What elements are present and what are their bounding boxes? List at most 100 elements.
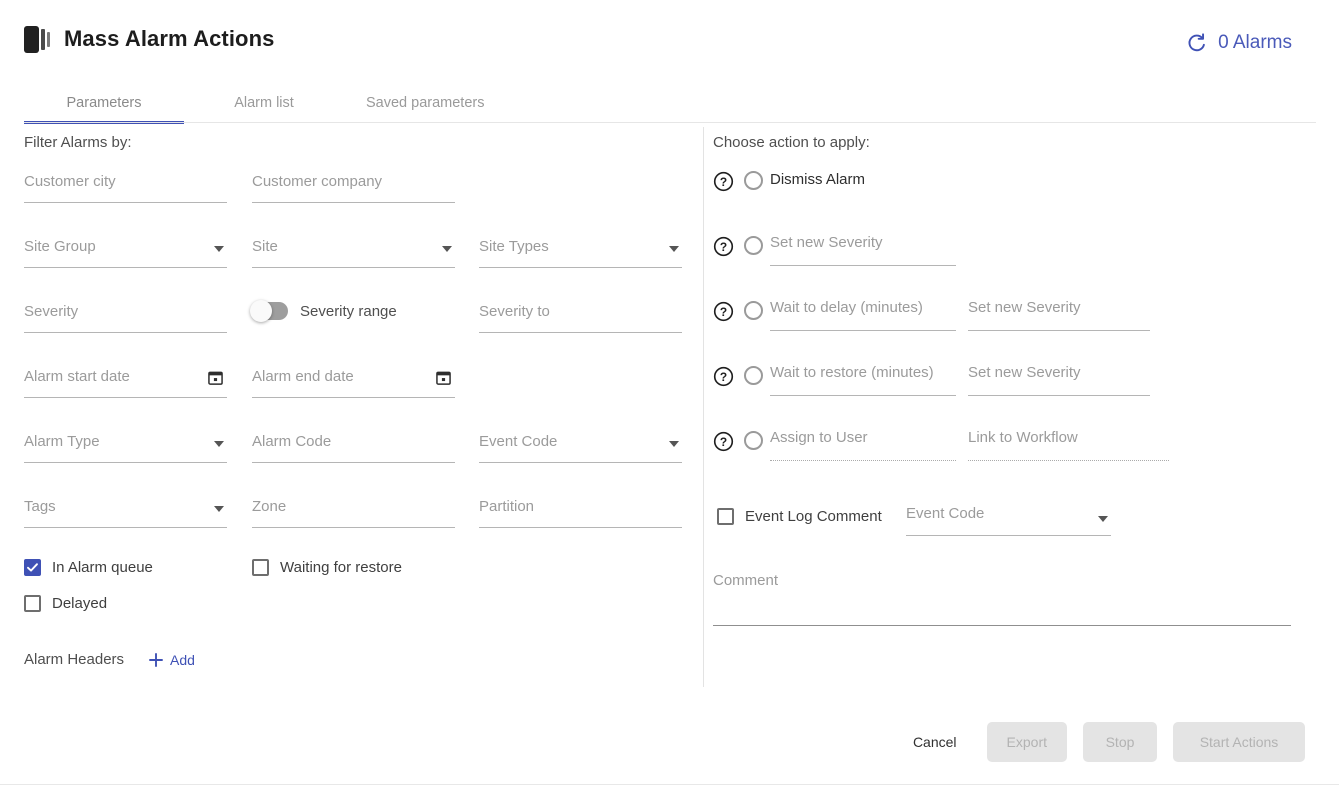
chevron-down-icon <box>214 441 224 447</box>
customer-company-placeholder: Customer company <box>252 173 383 190</box>
wait-to-restore-minutes-field[interactable]: Wait to restore (minutes) <box>770 364 956 396</box>
radio-dismiss-alarm[interactable] <box>744 171 763 190</box>
alarm-start-date-placeholder: Alarm start date <box>24 368 130 385</box>
filter-checkbox-row-2: Delayed <box>24 595 684 631</box>
refresh-icon[interactable] <box>1186 32 1208 54</box>
alarm-code-field[interactable]: Alarm Code <box>252 429 455 463</box>
site-group-select[interactable]: Site Group <box>24 234 227 268</box>
svg-text:?: ? <box>720 305 727 319</box>
alarm-type-select[interactable]: Alarm Type <box>24 429 227 463</box>
chevron-down-icon <box>214 246 224 252</box>
wait-to-restore-severity-field[interactable]: Set new Severity <box>968 364 1150 396</box>
help-circle-icon[interactable]: ? <box>713 171 734 192</box>
severity-to-field[interactable]: Severity to <box>479 299 682 333</box>
link-to-workflow-field[interactable]: Link to Workflow <box>968 429 1169 461</box>
zone-placeholder: Zone <box>252 498 287 515</box>
chevron-down-icon <box>442 246 452 252</box>
radio-assign-to-user[interactable] <box>744 431 763 450</box>
alarm-headers-label: Alarm Headers <box>24 651 125 668</box>
assign-to-user-field[interactable]: Assign to User <box>770 429 956 461</box>
action-label-dismiss-alarm: Dismiss Alarm <box>770 171 866 188</box>
set-new-severity-placeholder: Set new Severity <box>770 234 883 251</box>
svg-text:?: ? <box>720 370 727 384</box>
site-group-placeholder: Site Group <box>24 238 96 255</box>
site-select[interactable]: Site <box>252 234 455 268</box>
checkbox-delayed[interactable]: Delayed <box>24 595 107 612</box>
tab-saved-parameters[interactable]: Saved parameters <box>344 84 506 122</box>
filter-row-4: Alarm start date Alarm end date <box>24 364 684 429</box>
alarm-code-placeholder: Alarm Code <box>252 433 332 450</box>
calendar-icon[interactable] <box>208 370 223 385</box>
tags-placeholder: Tags <box>24 498 56 515</box>
customer-city-placeholder: Customer city <box>24 173 116 190</box>
comment-placeholder: Comment <box>713 572 779 589</box>
action-row-set-new-severity: ? Set new Severity <box>713 234 1313 299</box>
alarm-count-label: 0 Alarms <box>1218 32 1292 53</box>
site-types-select[interactable]: Site Types <box>479 234 682 268</box>
radio-set-new-severity[interactable] <box>744 236 763 255</box>
checkbox-box[interactable] <box>252 559 269 576</box>
radio-wait-to-delay[interactable] <box>744 301 763 320</box>
app-collection-icon <box>24 25 54 55</box>
check-icon <box>27 563 38 572</box>
toggle-knob <box>250 300 272 322</box>
zone-field[interactable]: Zone <box>252 494 455 528</box>
set-new-severity-field[interactable]: Set new Severity <box>770 234 956 266</box>
help-circle-icon[interactable]: ? <box>713 366 734 387</box>
checkbox-waiting-for-restore[interactable]: Waiting for restore <box>252 559 402 576</box>
wait-to-delay-placeholder: Wait to delay (minutes) <box>770 299 923 316</box>
filter-row-2: Site Group Site Site Types <box>24 234 684 299</box>
help-circle-icon[interactable]: ? <box>713 301 734 322</box>
checkbox-label: Delayed <box>52 595 108 612</box>
wait-to-delay-minutes-field[interactable]: Wait to delay (minutes) <box>770 299 956 331</box>
tab-bar: Parameters Alarm list Saved parameters <box>24 84 506 124</box>
wait-to-restore-severity-placeholder: Set new Severity <box>968 364 1081 381</box>
calendar-icon[interactable] <box>436 370 451 385</box>
alarm-count-refresh-button[interactable]: 0 Alarms <box>1186 32 1292 54</box>
panel-divider <box>703 127 704 687</box>
checkbox-box[interactable] <box>717 508 734 525</box>
checkbox-label: Waiting for restore <box>280 559 402 576</box>
svg-text:?: ? <box>720 240 727 254</box>
event-log-event-code-select[interactable]: Event Code <box>906 504 1111 536</box>
wait-to-delay-severity-field[interactable]: Set new Severity <box>968 299 1150 331</box>
filter-section-title: Filter Alarms by: <box>24 134 132 151</box>
alarm-start-date-field[interactable]: Alarm start date <box>24 364 227 398</box>
comment-textarea[interactable]: Comment <box>713 572 1291 626</box>
start-actions-button: Start Actions <box>1173 722 1305 762</box>
help-circle-icon[interactable]: ? <box>713 431 734 452</box>
alarm-end-date-field[interactable]: Alarm end date <box>252 364 455 398</box>
severity-range-label: Severity range <box>300 302 397 320</box>
svg-text:?: ? <box>720 175 727 189</box>
svg-text:?: ? <box>720 435 727 449</box>
action-row-wait-to-delay: ? Wait to delay (minutes) Set new Severi… <box>713 299 1313 364</box>
chevron-down-icon <box>214 506 224 512</box>
tags-select[interactable]: Tags <box>24 494 227 528</box>
checkbox-event-log-comment[interactable]: Event Log Comment <box>717 508 882 525</box>
tab-alarm-list[interactable]: Alarm list <box>184 84 344 122</box>
customer-company-field[interactable]: Customer company <box>252 169 455 203</box>
chevron-down-icon <box>669 441 679 447</box>
add-alarm-header-button[interactable]: Add <box>148 652 195 668</box>
partition-field[interactable]: Partition <box>479 494 682 528</box>
checkbox-label: In Alarm queue <box>52 559 153 576</box>
toggle-track[interactable] <box>250 300 288 322</box>
wait-to-delay-severity-placeholder: Set new Severity <box>968 299 1081 316</box>
severity-field[interactable]: Severity <box>24 299 227 333</box>
site-placeholder: Site <box>252 238 278 255</box>
cancel-button[interactable]: Cancel <box>899 724 971 760</box>
help-circle-icon[interactable]: ? <box>713 236 734 257</box>
alarm-end-date-placeholder: Alarm end date <box>252 368 354 385</box>
radio-wait-to-restore[interactable] <box>744 366 763 385</box>
checkbox-in-alarm-queue[interactable]: In Alarm queue <box>24 559 153 576</box>
footer-actions: Cancel Export Stop Start Actions <box>899 722 1305 762</box>
checkbox-box[interactable] <box>24 595 41 612</box>
customer-city-field[interactable]: Customer city <box>24 169 227 203</box>
tab-parameters[interactable]: Parameters <box>24 84 184 124</box>
event-code-select[interactable]: Event Code <box>479 429 682 463</box>
link-to-workflow-placeholder: Link to Workflow <box>968 429 1078 446</box>
actions-section-title: Choose action to apply: <box>713 134 870 151</box>
severity-range-toggle[interactable]: Severity range <box>250 300 397 322</box>
checkbox-box[interactable] <box>24 559 41 576</box>
stop-button: Stop <box>1083 722 1157 762</box>
